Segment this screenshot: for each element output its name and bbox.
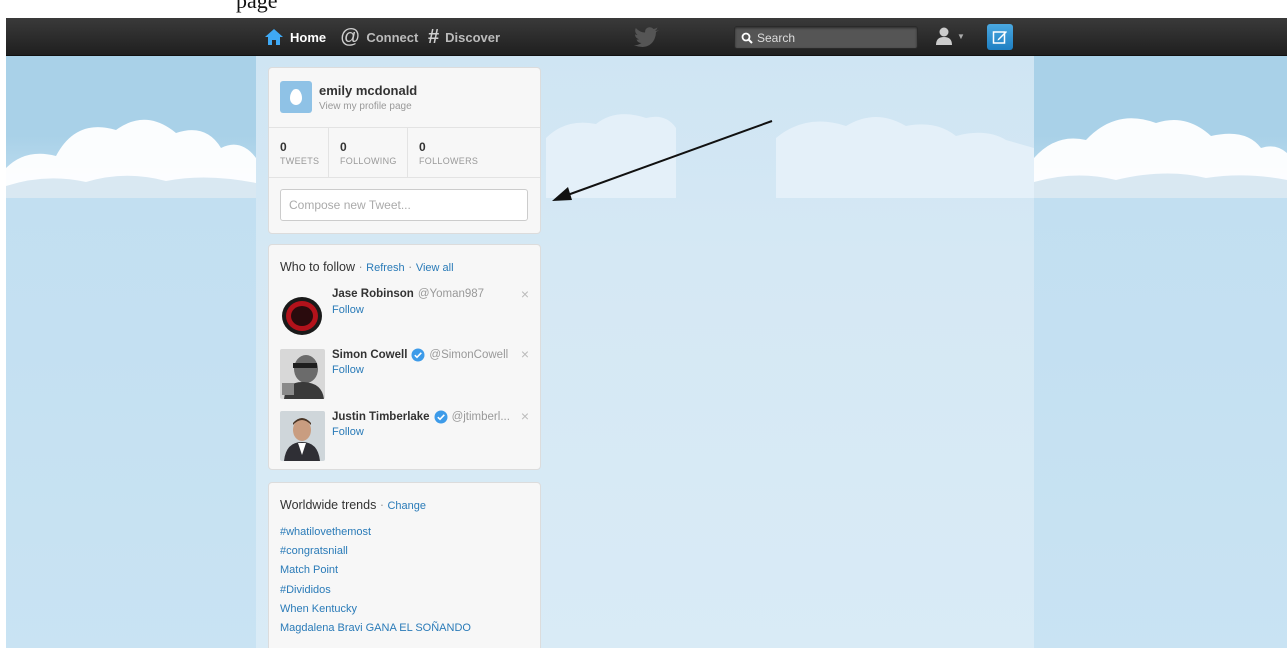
avatar[interactable] [280,81,312,113]
profile-name[interactable]: emily mcdonald [319,83,417,98]
stat-tweets-label: TWEETS [280,156,320,166]
follow-link[interactable]: Follow [332,304,364,316]
suggestion-name-row: Simon Cowell @SimonCowell [332,348,508,362]
view-all-link[interactable]: View all [416,262,454,274]
profile-card: emily mcdonald View my profile page 0 TW… [268,67,541,234]
separator-dot: · [358,260,367,274]
suggestion-item: Jase Robinson @Yoman987 Follow × [269,285,540,343]
home-icon [265,29,283,45]
refresh-link[interactable]: Refresh [366,262,405,274]
chevron-down-icon: ▼ [957,31,965,41]
compose-pencil-icon [992,31,1007,44]
trend-item[interactable]: Match Point [280,561,471,580]
nav-home-label: Home [290,29,327,45]
suggestion-name[interactable]: Justin Timberlake [332,411,430,423]
page-caption-strip: page [0,0,1287,18]
trend-list: #whatilovethemost #congratsniall Match P… [280,523,471,638]
stat-following[interactable]: 0 FOLLOWING [329,128,408,178]
change-trends-link[interactable]: Change [387,500,426,512]
who-to-follow-title: Who to follow [280,260,356,274]
nav-discover[interactable]: # Discover [428,18,500,56]
suggestion-name-row: Jase Robinson @Yoman987 [332,288,484,300]
stat-following-value: 0 [340,140,347,154]
annotation-arrow [552,120,773,201]
trend-item[interactable]: #whatilovethemost [280,523,471,542]
at-sign-icon: @ [340,25,361,48]
avatar[interactable] [280,411,325,461]
nav-connect-label: Connect [366,29,419,45]
hashtag-icon: # [428,25,440,48]
follow-link[interactable]: Follow [332,364,364,376]
trend-item[interactable]: Magdalena Bravi GANA EL SOÑANDO [280,619,471,638]
avatar[interactable] [280,349,325,399]
suggestion-item: Justin Timberlake @jtimberl... Follow × [269,407,540,465]
separator-dot: · [408,260,416,274]
follow-link[interactable]: Follow [332,426,364,438]
who-to-follow-card: Who to follow · Refresh · View all Jase … [268,244,541,470]
search-input[interactable]: Search [734,26,918,49]
suggestion-name-row: Justin Timberlake @jtimberl... [332,410,510,424]
close-icon[interactable]: × [521,286,529,302]
view-profile-link[interactable]: View my profile page [319,101,412,112]
suggestion-name[interactable]: Jase Robinson [332,288,414,300]
close-icon[interactable]: × [521,346,529,362]
search-placeholder: Search [757,30,796,45]
nav-discover-label: Discover [445,29,501,45]
compose-tweet-input[interactable] [280,189,528,221]
stat-tweets-value: 0 [280,140,287,154]
stat-following-label: FOLLOWING [340,156,397,166]
twitter-bird-icon[interactable] [634,27,660,47]
trend-item[interactable]: #Divididos [280,581,471,600]
verified-badge-icon [411,348,425,362]
top-navigation-bar: Home @ Connect # Discover Search ▼ [6,18,1287,56]
trend-item[interactable]: When Kentucky [280,600,471,619]
avatar[interactable] [280,289,325,339]
user-menu-button[interactable]: ▼ [934,26,965,46]
nav-home[interactable]: Home [264,18,326,56]
page-caption-text: page [236,0,278,13]
who-to-follow-header: Who to follow · Refresh · View all [280,260,454,274]
suggestion-name[interactable]: Simon Cowell [332,349,407,361]
profile-stats: 0 TWEETS 0 FOLLOWING 0 FOLLOWERS [269,128,540,178]
close-icon[interactable]: × [521,408,529,424]
suggestion-handle[interactable]: @Yoman987 [418,288,484,300]
trend-item[interactable]: #congratsniall [280,542,471,561]
stat-followers-label: FOLLOWERS [419,156,479,166]
stat-followers[interactable]: 0 FOLLOWERS [408,128,498,178]
suggestion-handle[interactable]: @SimonCowell [429,349,508,361]
suggestion-handle[interactable]: @jtimberl... [452,411,510,423]
suggestion-item: Simon Cowell @SimonCowell Follow × [269,345,540,403]
trends-title: Worldwide trends [280,498,377,512]
compose-tweet-button[interactable] [987,24,1013,50]
user-icon [936,27,952,45]
profile-header[interactable]: emily mcdonald View my profile page [269,68,540,128]
trends-header: Worldwide trends · Change [280,498,426,512]
stat-followers-value: 0 [419,140,426,154]
stat-tweets[interactable]: 0 TWEETS [269,128,329,178]
verified-badge-icon [434,410,448,424]
egg-avatar-icon [290,89,302,105]
nav-connect[interactable]: @ Connect [340,18,418,56]
browser-viewport: Home @ Connect # Discover Search ▼ emily… [6,18,1287,648]
trends-card: Worldwide trends · Change #whatilovethem… [268,482,541,648]
search-icon [741,32,753,44]
